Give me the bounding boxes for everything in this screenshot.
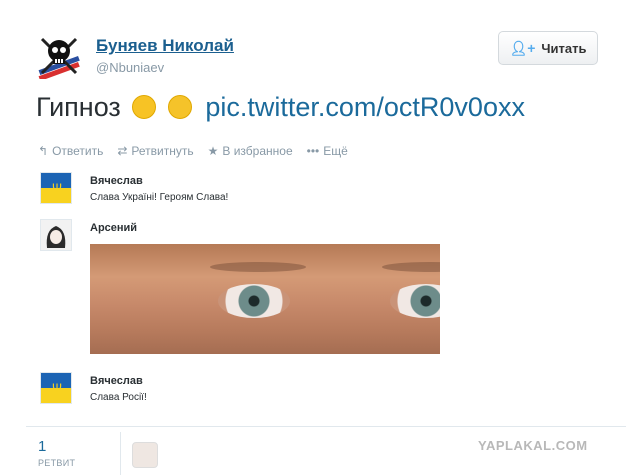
more-label: Ещё [323, 144, 348, 158]
watermark: YAPLAKAL.COM [478, 438, 588, 453]
reply-action[interactable]: ↰ Ответить [38, 144, 103, 158]
trident-icon: Ψ [51, 381, 63, 395]
tweet-actions: ↰ Ответить ⇄ Ретвитнуть ★ В избранное ••… [38, 144, 348, 158]
crying-face-icon [167, 95, 192, 119]
follow-label: Читать [541, 40, 587, 56]
retweet-action[interactable]: ⇄ Ретвитнуть [117, 144, 193, 158]
tweet-body: Гипноз [36, 92, 121, 122]
reply-avatar[interactable] [40, 219, 72, 251]
reply-author[interactable]: Вячеслав [90, 375, 143, 387]
reply-avatar[interactable]: Ψ [40, 372, 72, 404]
more-action[interactable]: ••• Ещё [307, 144, 348, 158]
eyebrow-left [210, 262, 306, 272]
reply-avatar[interactable]: Ψ [40, 172, 72, 204]
retweet-label: Ретвитнуть [131, 144, 194, 158]
anime-avatar-icon [46, 226, 66, 248]
reply-author[interactable]: Вячеслав [90, 175, 143, 187]
author-avatar[interactable] [36, 33, 82, 82]
reply-text: Слава Україні! Героям Слава! [90, 192, 229, 203]
tweet-text: Гипноз pic.twitter.com/octR0v0oxx [36, 92, 525, 123]
eyebrow-right [382, 262, 440, 272]
more-icon: ••• [306, 144, 320, 158]
favorite-label: В избранное [222, 144, 293, 158]
tweet-link[interactable]: pic.twitter.com/octR0v0oxx [205, 92, 525, 122]
reply-label: Ответить [52, 144, 104, 158]
author-handle[interactable]: @Nbuniaev [96, 60, 164, 75]
reply-icon: ↰ [38, 144, 49, 158]
reply-author[interactable]: Арсений [90, 222, 137, 234]
follow-button[interactable]: 👤︎+ Читать [498, 31, 598, 65]
eye-left [218, 284, 290, 318]
winking-face-icon [132, 95, 157, 119]
retweet-icon: ⇄ [117, 144, 128, 158]
star-icon: ★ [207, 144, 219, 158]
eyes-photo[interactable] [90, 244, 440, 354]
add-user-icon: 👤︎+ [509, 39, 536, 56]
favorite-action[interactable]: ★ В избранное [208, 144, 293, 158]
trident-icon: Ψ [51, 181, 63, 195]
retweet-count-label: РЕТВИТ [38, 458, 76, 468]
retweet-count[interactable]: 1 [38, 438, 46, 455]
author-name[interactable]: Буняев Николай [96, 36, 234, 56]
reply-text: Слава Росії! [90, 392, 147, 403]
eye-right [390, 284, 440, 318]
skull-icon [38, 37, 80, 82]
retweeter-avatar[interactable] [132, 442, 158, 468]
stats-separator [120, 432, 121, 475]
divider [26, 426, 626, 427]
